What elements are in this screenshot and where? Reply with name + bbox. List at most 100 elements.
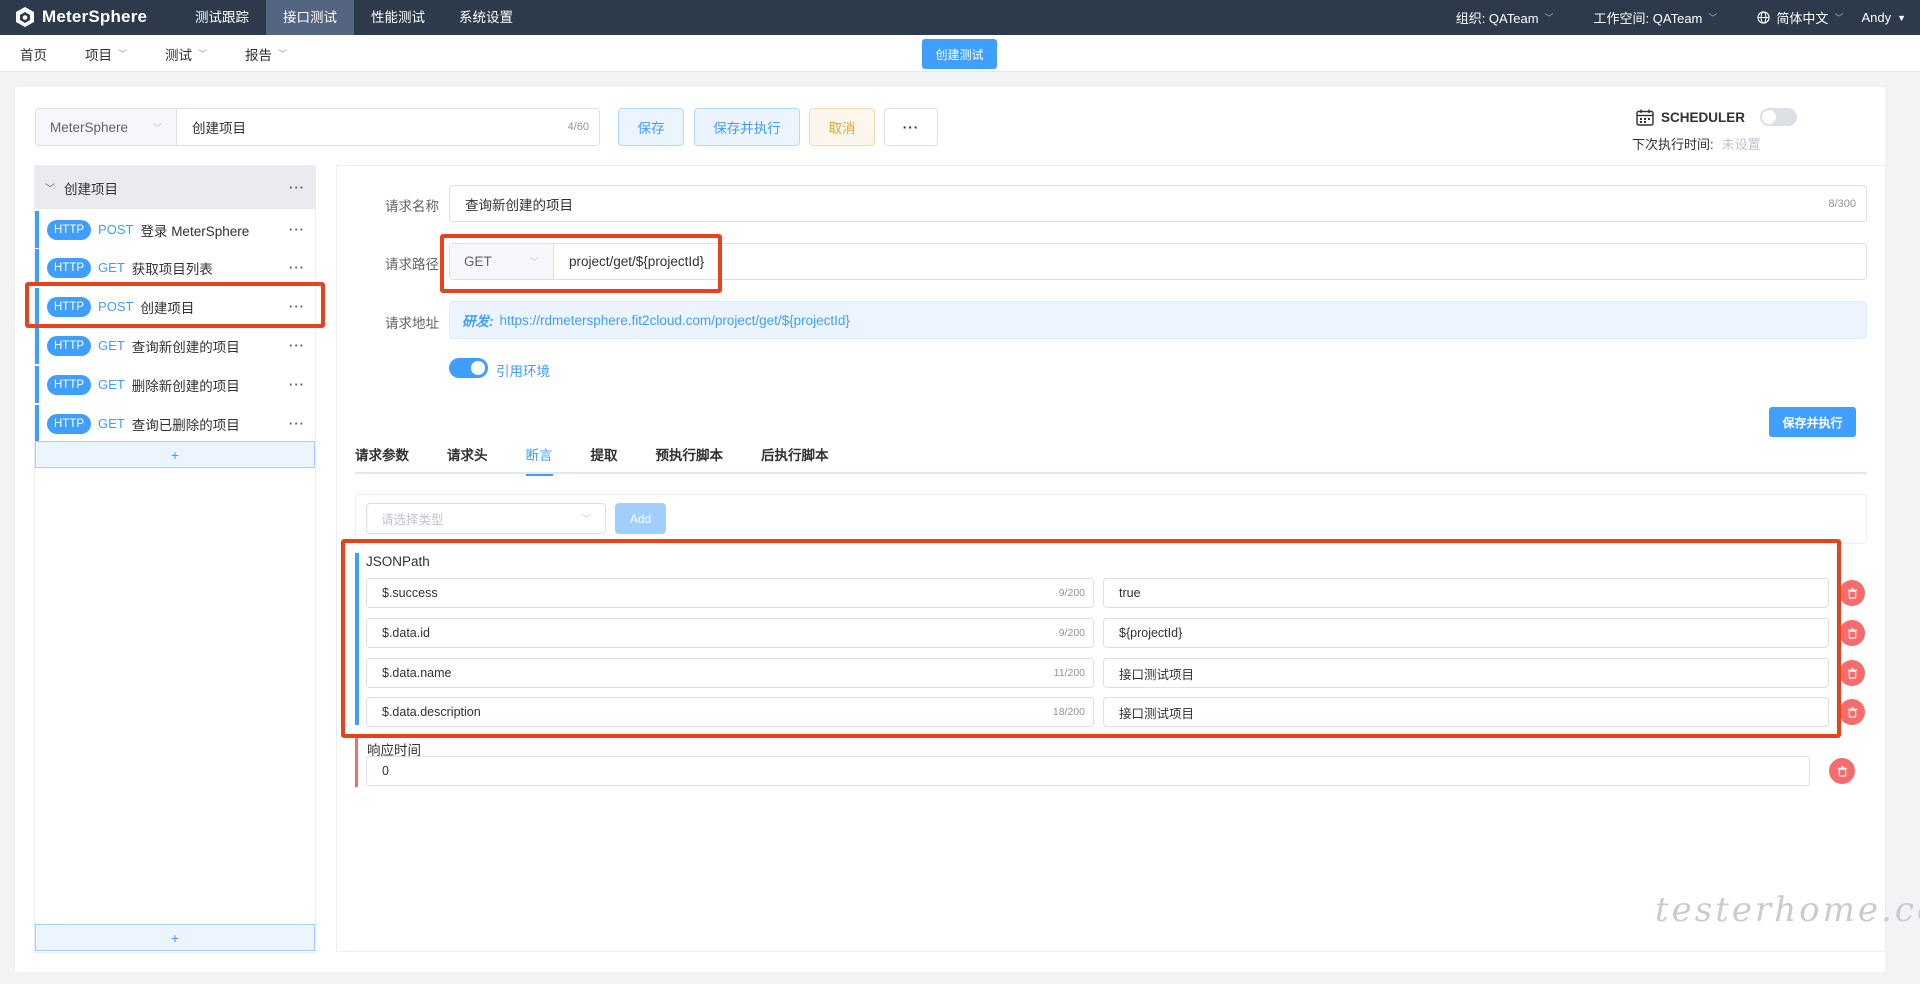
more-icon[interactable]: ··· — [289, 338, 305, 353]
org-switcher[interactable]: 组织: QATeam ﹀ — [1456, 8, 1554, 27]
highlight-box — [440, 234, 722, 293]
more-icon[interactable]: ··· — [289, 260, 305, 275]
tree-item[interactable]: HTTP POST 登录 MeterSphere ··· — [35, 211, 315, 248]
project-select[interactable]: MeterSphere ﹀ — [35, 108, 177, 146]
topnav-system-settings[interactable]: 系统设置 — [442, 0, 530, 35]
tree-item-name: 登录 MeterSphere — [140, 223, 250, 239]
next-run-time: 下次执行时间: 未设置 — [1632, 134, 1761, 153]
more-icon[interactable]: ··· — [289, 180, 305, 195]
tree-item[interactable]: HTTP GET 查询新创建的项目 ··· — [35, 327, 315, 364]
request-url-value: https://rdmetersphere.fit2cloud.com/proj… — [499, 312, 850, 328]
trash-icon — [1847, 667, 1857, 679]
request-name-label: 请求名称 — [385, 199, 439, 214]
topnav-performance-test[interactable]: 性能测试 — [354, 0, 442, 35]
highlight-box — [25, 282, 325, 328]
response-time-value: 0 — [382, 764, 389, 778]
more-icon[interactable]: ··· — [289, 416, 305, 431]
chevron-down-icon: ﹀ — [1708, 13, 1718, 23]
chevron-down-icon: ﹀ — [152, 122, 162, 133]
add-request-button[interactable]: + — [35, 924, 315, 951]
delete-assertion-button[interactable] — [1839, 699, 1865, 725]
scheduler-toggle[interactable] — [1760, 108, 1798, 126]
tree-item-name: 获取项目列表 — [131, 261, 213, 277]
use-env-toggle[interactable] — [449, 358, 488, 378]
request-name-input[interactable]: 查询新创建的项目 8/300 — [449, 185, 1867, 222]
chevron-down-icon: ﹀ — [198, 49, 208, 59]
subnav-project[interactable]: 项目 ﹀ — [85, 44, 127, 64]
assertion-type-select[interactable]: 请选择类型 ﹀ — [366, 503, 606, 534]
cancel-button[interactable]: 取消 — [809, 108, 875, 146]
more-button[interactable]: ··· — [884, 108, 938, 146]
request-name-value: 查询新创建的项目 — [465, 197, 573, 213]
topnav-api-test[interactable]: 接口测试 — [266, 0, 354, 35]
tree-item[interactable]: HTTP GET 删除新创建的项目 ··· — [35, 366, 315, 403]
language-switcher[interactable]: 简体中文 ﹀ — [1757, 8, 1843, 27]
add-assertion-button[interactable]: Add — [615, 503, 666, 534]
delete-assertion-button[interactable] — [1839, 620, 1865, 646]
subnav-test[interactable]: 测试 ﹀ — [165, 44, 207, 64]
tree-item[interactable]: HTTP GET 查询已删除的项目 ··· — [35, 405, 315, 442]
http-tag: HTTP — [47, 335, 92, 356]
tab-pre-script[interactable]: 预执行脚本 — [656, 444, 724, 474]
topnav-test-track[interactable]: 测试跟踪 — [178, 0, 266, 35]
save-and-run-button[interactable]: 保存并执行 — [694, 108, 800, 146]
tree-root-label: 创建项目 — [64, 181, 118, 197]
chevron-down-icon[interactable]: ﹀ — [45, 180, 55, 195]
request-url: 研发: https://rdmetersphere.fit2cloud.com/… — [449, 301, 1867, 339]
next-run-value: 未设置 — [1721, 137, 1761, 152]
method-label: GET — [98, 377, 125, 392]
chevron-down-icon: ﹀ — [1834, 13, 1844, 23]
http-tag: HTTP — [47, 257, 92, 278]
logo-icon — [16, 7, 34, 27]
calendar-icon — [1636, 109, 1654, 126]
next-run-label: 下次执行时间: — [1632, 137, 1714, 152]
http-tag: HTTP — [47, 413, 92, 434]
globe-icon — [1757, 11, 1771, 24]
http-tag: HTTP — [47, 374, 92, 395]
create-test-button[interactable]: 创建测试 — [922, 39, 997, 69]
method-label: GET — [98, 338, 125, 353]
request-name-counter: 8/300 — [1828, 197, 1856, 210]
method-label: GET — [98, 260, 125, 275]
delete-assertion-button[interactable] — [1839, 660, 1865, 686]
caret-down-icon: ▼ — [1897, 12, 1906, 23]
add-request-button[interactable]: + — [35, 441, 315, 468]
subnav-report-label: 报告 — [245, 47, 273, 63]
env-name: 研发: — [462, 314, 494, 329]
tree-root[interactable]: ﹀ 创建项目 ··· — [35, 166, 315, 209]
trash-icon — [1847, 627, 1857, 639]
tree-item-name: 查询新创建的项目 — [131, 339, 240, 355]
top-navbar: MeterSphere 测试跟踪 接口测试 性能测试 系统设置 组织: QATe… — [0, 0, 1920, 35]
tab-post-script[interactable]: 后执行脚本 — [761, 444, 829, 474]
workspace-switcher[interactable]: 工作空间: QATeam ﹀ — [1594, 8, 1718, 27]
save-and-run-request-button[interactable]: 保存并执行 — [1769, 407, 1856, 437]
scenario-name-input[interactable]: 创建项目 4/60 — [176, 108, 600, 146]
subnav-report[interactable]: 报告 ﹀ — [245, 44, 287, 64]
tab-request-headers[interactable]: 请求头 — [447, 444, 488, 474]
response-time-input[interactable]: 0 — [366, 756, 1810, 786]
assertion-type-placeholder: 请选择类型 — [381, 513, 444, 527]
user-menu[interactable]: Andy ▼ — [1861, 10, 1906, 25]
delete-assertion-button[interactable] — [1829, 758, 1855, 784]
save-button[interactable]: 保存 — [618, 108, 684, 146]
org-label: 组织: QATeam — [1455, 11, 1539, 26]
subnav-home[interactable]: 首页 — [20, 44, 47, 64]
request-path-label: 请求路径 — [385, 257, 439, 272]
watermark: testerhome.com — [1655, 890, 1920, 930]
request-url-label: 请求地址 — [385, 316, 439, 331]
subnav-home-label: 首页 — [20, 47, 47, 63]
sub-nav: 首页 项目 ﹀ 测试 ﹀ 报告 ﹀ — [20, 35, 325, 72]
more-icon[interactable]: ··· — [289, 377, 305, 392]
app-logo[interactable]: MeterSphere — [14, 6, 147, 28]
delete-assertion-button[interactable] — [1839, 580, 1865, 606]
method-label: POST — [98, 222, 134, 237]
tab-extract[interactable]: 提取 — [591, 444, 618, 474]
tab-assertions[interactable]: 断言 — [525, 444, 553, 476]
tree-item[interactable]: HTTP GET 获取项目列表 ··· — [35, 249, 315, 286]
workspace-label: 工作空间: QATeam — [1593, 11, 1703, 26]
tree-item-name: 删除新创建的项目 — [131, 378, 240, 394]
highlight-box — [341, 539, 1841, 738]
tab-request-params[interactable]: 请求参数 — [355, 444, 409, 474]
user-name: Andy — [1861, 10, 1892, 25]
more-icon[interactable]: ··· — [289, 222, 305, 237]
